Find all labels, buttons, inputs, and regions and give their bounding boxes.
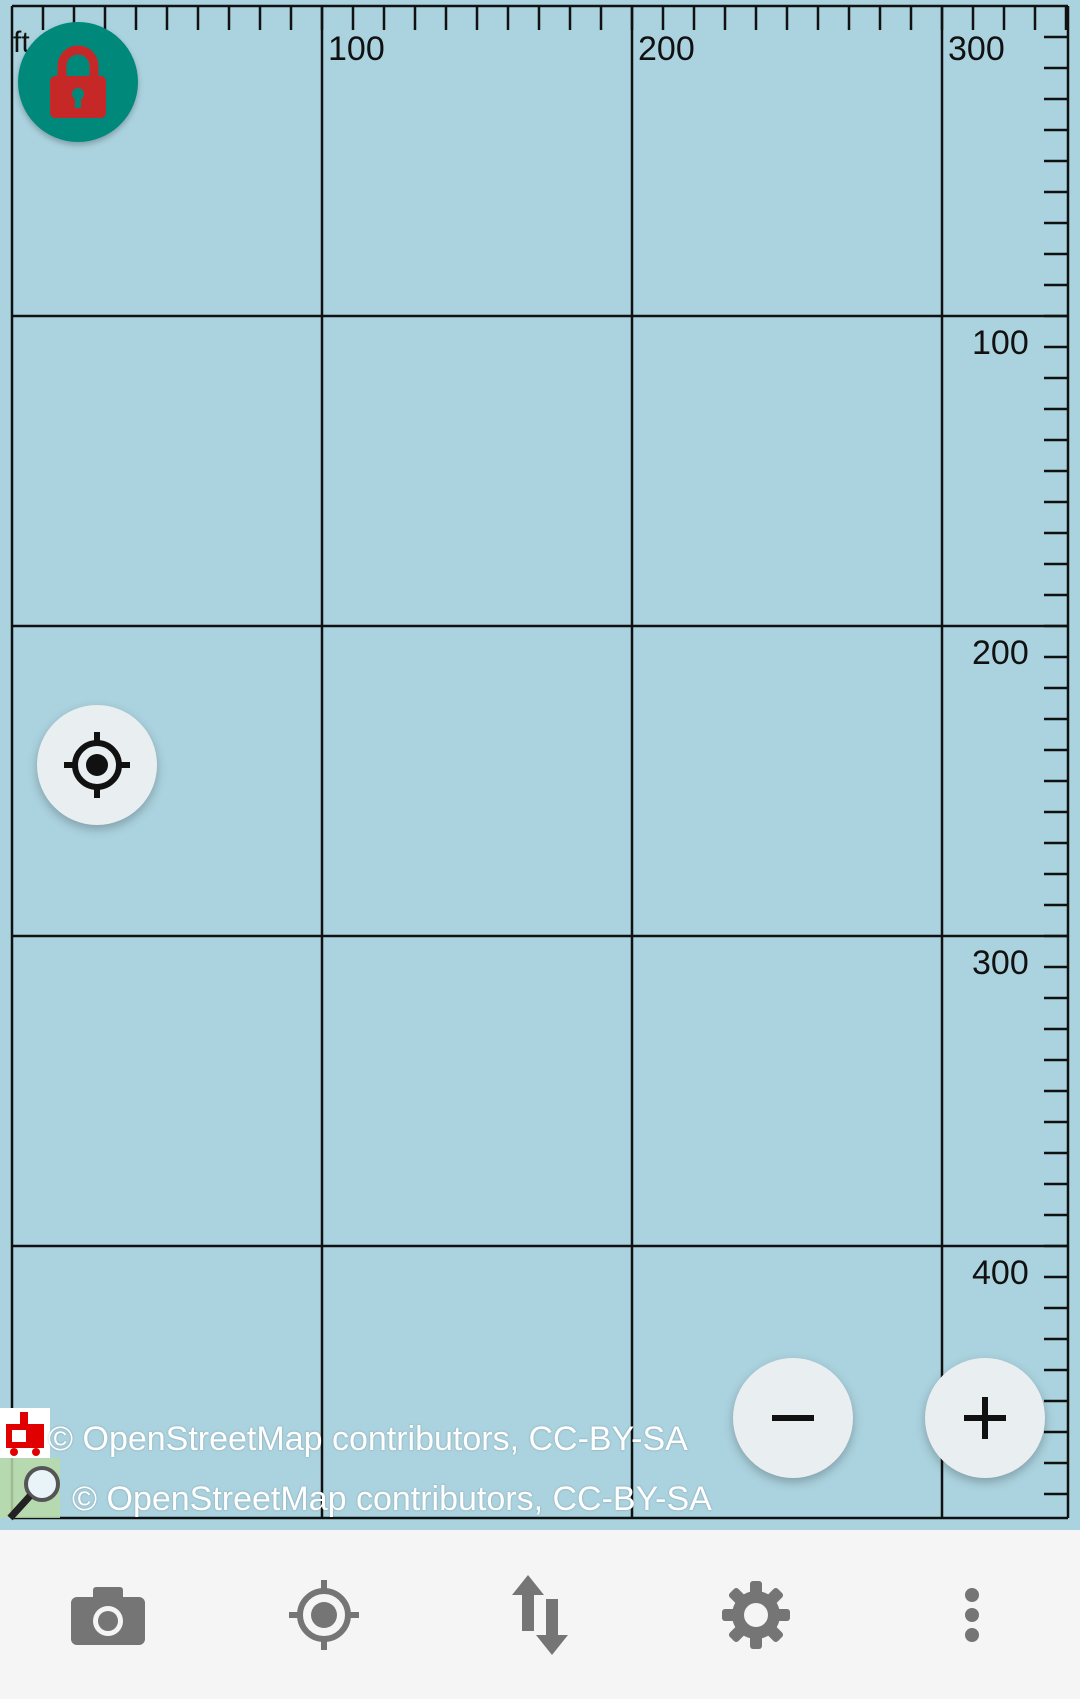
plus-icon [964, 1397, 1006, 1439]
top-scale-label: 200 [638, 30, 695, 68]
zoom-in-button[interactable] [925, 1358, 1045, 1478]
transfer-button[interactable] [480, 1555, 600, 1675]
right-scale-label: 400 [972, 1254, 1029, 1292]
more-vertical-icon [965, 1587, 979, 1642]
bottom-toolbar [0, 1530, 1080, 1699]
gps-icon [289, 1579, 359, 1650]
osm-layer-icon [0, 1408, 50, 1458]
map-attribution: © OpenStreetMap contributors, CC-BY-SA [48, 1420, 688, 1458]
camera-icon [71, 1586, 145, 1645]
magnifier-map-icon [0, 1458, 60, 1521]
map-grid [10, 4, 1070, 1520]
transfer-arrows-icon [512, 1574, 568, 1655]
lock-button[interactable] [18, 22, 138, 142]
camera-button[interactable] [48, 1555, 168, 1675]
right-scale-label: 100 [972, 324, 1029, 362]
right-scale-label: 300 [972, 944, 1029, 982]
more-options-button[interactable] [912, 1555, 1032, 1675]
minus-icon [772, 1415, 814, 1421]
zoom-out-button[interactable] [733, 1358, 853, 1478]
my-location-button[interactable] [37, 705, 157, 825]
map-view[interactable]: ft 100 200 300 100 200 300 400 © OpenStr… [0, 0, 1080, 1530]
right-scale-label: 200 [972, 634, 1029, 672]
top-scale-label: 100 [328, 30, 385, 68]
top-scale-ticks [41, 6, 1068, 30]
gps-button[interactable] [264, 1555, 384, 1675]
top-scale-label: 300 [948, 30, 1005, 68]
map-attribution: © OpenStreetMap contributors, CC-BY-SA [72, 1480, 712, 1518]
my-location-icon [64, 732, 130, 798]
settings-button[interactable] [696, 1555, 816, 1675]
lock-icon [50, 45, 106, 118]
right-scale-ticks [1044, 35, 1068, 1496]
gear-icon [722, 1580, 790, 1649]
